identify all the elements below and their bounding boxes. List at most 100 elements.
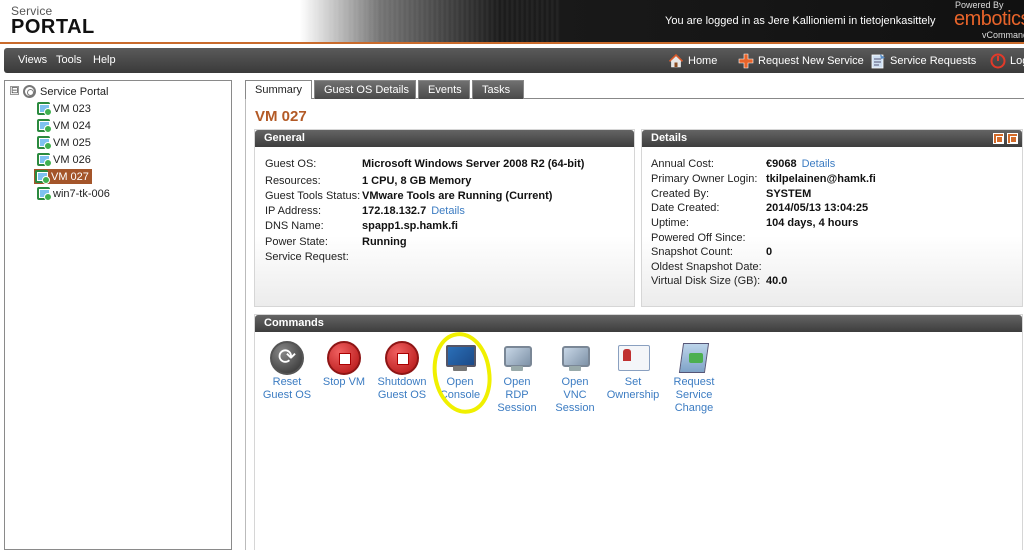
annual-cost-value: €9068 Details [766, 158, 835, 170]
annual-cost-text: €9068 [766, 158, 797, 170]
nav-request-new-service[interactable]: Request New Service [738, 52, 864, 70]
tree-item-label: VM 024 [53, 119, 91, 132]
tree-item-vm-026[interactable]: VM 026 [37, 152, 91, 167]
menu-bar: Views Tools Help Home Request New Servic… [4, 48, 1024, 73]
tab-events[interactable]: Events [418, 80, 470, 99]
stop-icon [327, 341, 361, 375]
cmd-label: Open VNC Session [555, 376, 595, 414]
nav-request-new-service-label: Request New Service [758, 55, 864, 67]
prop-label: Uptime: [651, 217, 689, 229]
menu-help[interactable]: Help [93, 54, 116, 66]
nav-logout[interactable]: Log [990, 52, 1024, 70]
nav-service-requests[interactable]: Service Requests [870, 52, 976, 70]
cmd-label: Shutdown Guest OS [377, 376, 427, 401]
tab-guest-os-details[interactable]: Guest OS Details [314, 80, 416, 99]
tree-item-vm-023[interactable]: VM 023 [37, 101, 91, 116]
tab-bar: Summary Guest OS Details Events Tasks [245, 80, 1024, 100]
disk-size-value: 40.0 [766, 275, 788, 287]
general-panel: General Guest OS: Microsoft Windows Serv… [254, 129, 635, 307]
summary-content: VM 027 General Guest OS: Microsoft Windo… [245, 99, 1024, 550]
logout-icon [990, 53, 1006, 69]
tree-item-win7-tk-006[interactable]: win7-tk-006 [37, 186, 110, 201]
cmd-label: Open Console [439, 376, 481, 401]
tab-summary[interactable]: Summary [245, 80, 312, 100]
tree-item-label: win7-tk-006 [53, 187, 110, 200]
panel-maximize-icon[interactable] [1007, 133, 1018, 144]
nav-home-label: Home [688, 55, 718, 67]
dns-name-value: spapp1.sp.hamk.fi [362, 220, 458, 232]
cmd-label: Open RDP Session [497, 376, 537, 414]
login-status: You are logged in as Jere Kallioniemi in… [665, 15, 936, 27]
tree-collapse-toggle[interactable]: ⊟ [10, 86, 19, 95]
ip-address-text: 172.18.132.7 [362, 205, 427, 217]
page-title: VM 027 [255, 108, 307, 125]
tree-item-vm-024[interactable]: VM 024 [37, 118, 91, 133]
cmd-label: Request Service Change [673, 376, 715, 414]
tree-item-vm-025[interactable]: VM 025 [37, 135, 91, 150]
request-change-icon [677, 341, 711, 375]
created-by-value: SYSTEM [766, 188, 812, 200]
vm-icon [37, 136, 52, 150]
open-vnc-session-button[interactable]: Open VNC Session [545, 341, 605, 415]
ip-details-link[interactable]: Details [431, 205, 465, 217]
prop-label: Virtual Disk Size (GB): [651, 275, 761, 287]
tree-root-service-portal[interactable]: Service Portal [23, 84, 108, 99]
prop-label: Oldest Snapshot Date: [651, 261, 762, 273]
vm-icon [37, 153, 52, 167]
owner-login-value: tkilpelainen@hamk.fi [766, 173, 876, 185]
prop-label: Date Created: [651, 202, 720, 214]
stop-vm-button[interactable]: Stop VM [314, 341, 374, 389]
open-rdp-session-button[interactable]: Open RDP Session [487, 341, 547, 415]
vm-icon [37, 102, 52, 116]
request-service-change-button[interactable]: Request Service Change [664, 341, 724, 415]
navigation-tree: ⊟ Service Portal VM 023 VM 024 VM 025 VM… [4, 80, 232, 550]
tree-item-label: VM 027 [51, 170, 89, 183]
tab-tasks[interactable]: Tasks [472, 80, 524, 99]
app-header: Service PORTAL You are logged in as Jere… [0, 0, 1024, 44]
cmd-label: Stop VM [322, 376, 366, 388]
menu-tools[interactable]: Tools [56, 54, 82, 66]
prop-label: Resources: [265, 175, 321, 187]
commands-panel-header: Commands [255, 315, 1022, 332]
plus-icon [738, 53, 754, 69]
requests-icon [870, 53, 886, 69]
prop-label: Snapshot Count: [651, 246, 733, 258]
prop-label: DNS Name: [265, 220, 324, 232]
tree-root-label: Service Portal [40, 85, 109, 98]
cmd-label: Reset Guest OS [262, 376, 312, 401]
prop-label: Primary Owner Login: [651, 173, 758, 185]
ip-address-value: 172.18.132.7 Details [362, 205, 465, 217]
tree-item-vm-027[interactable]: VM 027 [34, 169, 92, 184]
panel-minimize-icon[interactable] [993, 133, 1004, 144]
vm-icon [37, 119, 52, 133]
open-console-button[interactable]: Open Console [430, 341, 490, 402]
portal-icon [23, 85, 36, 98]
menu-views[interactable]: Views [18, 54, 47, 66]
shutdown-icon [385, 341, 419, 375]
details-panel-header: Details [642, 130, 1022, 147]
cost-details-link[interactable]: Details [802, 158, 836, 170]
tree-item-label: VM 025 [53, 136, 91, 149]
reset-guest-os-button[interactable]: ResetGuest OS [257, 341, 317, 402]
guest-os-value: Microsoft Windows Server 2008 R2 (64-bit… [362, 158, 585, 170]
nav-home[interactable]: Home [668, 52, 717, 70]
home-icon [668, 53, 684, 69]
vm-icon [37, 187, 52, 201]
prop-label: Service Request: [265, 251, 349, 263]
power-state-value: Running [362, 236, 407, 248]
rdp-icon [500, 341, 534, 375]
console-icon [443, 341, 477, 375]
snapshot-count-value: 0 [766, 246, 773, 258]
uptime-value: 104 days, 4 hours [766, 217, 859, 229]
shutdown-guest-os-button[interactable]: Shutdown Guest OS [372, 341, 432, 402]
date-created-value: 2014/05/13 13:04:25 [766, 202, 869, 214]
set-ownership-button[interactable]: Set Ownership [603, 341, 663, 402]
brand-subtitle: vCommander [982, 30, 1024, 40]
nav-logout-label: Log [1010, 55, 1024, 67]
resources-value: 1 CPU, 8 GB Memory [362, 175, 472, 187]
vnc-icon [558, 341, 592, 375]
brand-logo: embotics [954, 8, 1024, 30]
prop-label: Created By: [651, 188, 710, 200]
nav-service-requests-label: Service Requests [890, 55, 977, 67]
logo-portal-text: PORTAL [11, 16, 95, 38]
